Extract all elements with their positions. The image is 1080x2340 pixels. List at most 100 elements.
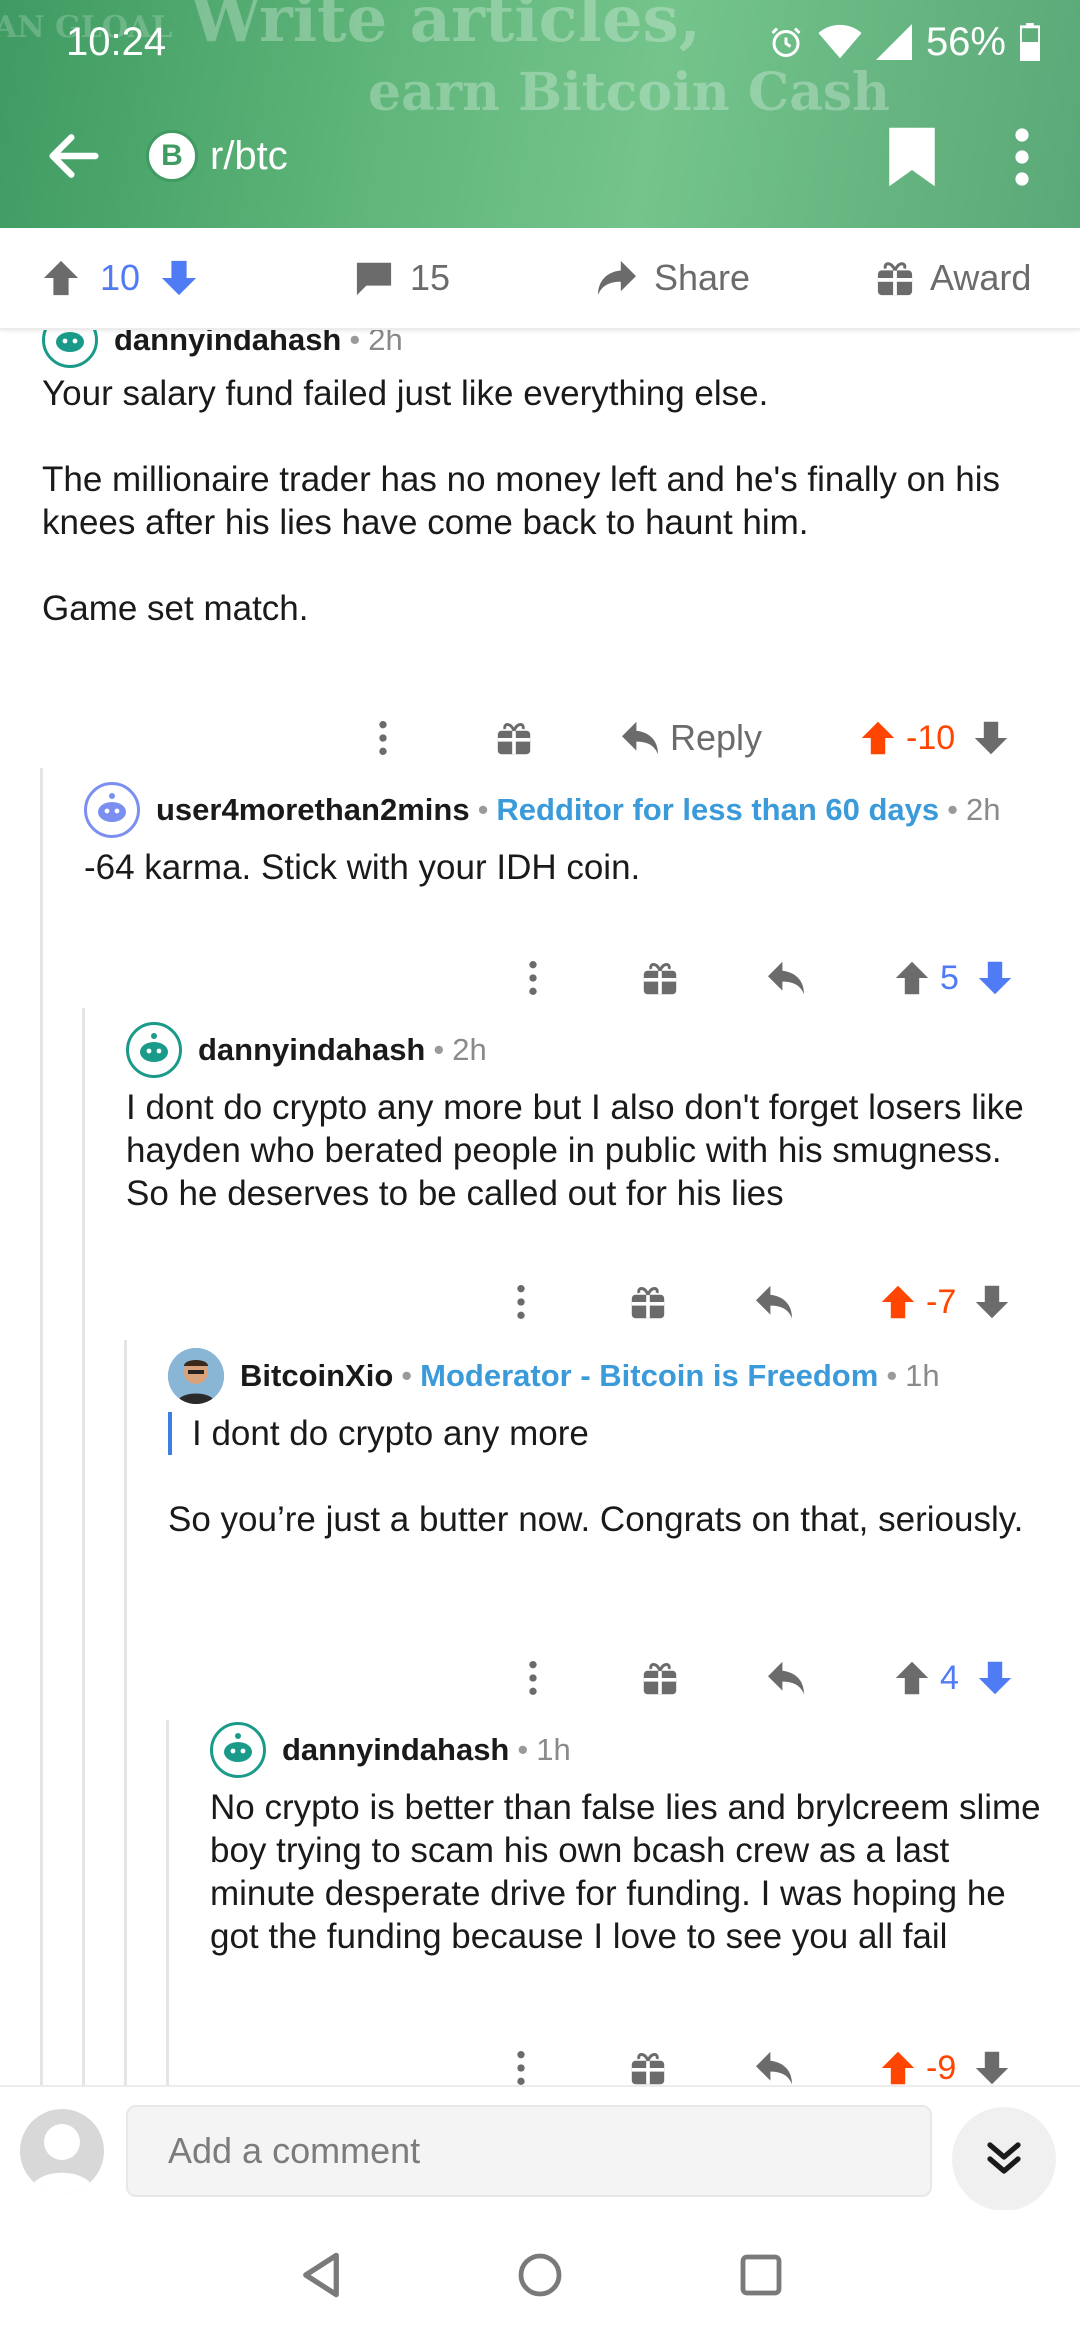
- comment-more-button[interactable]: [526, 948, 540, 1008]
- comment-author[interactable]: dannyindahash: [282, 1732, 509, 1768]
- triangle-back-icon: [303, 2252, 339, 2298]
- comment-reply-button[interactable]: [754, 2038, 794, 2085]
- comment-votes: 5: [894, 948, 1013, 1008]
- banner-line-1: Write articles,: [190, 0, 701, 57]
- upvote-icon[interactable]: [860, 720, 896, 756]
- comment-paragraph: Your salary fund failed just like everyt…: [42, 374, 769, 413]
- snoo-avatar-icon: [98, 793, 126, 822]
- avatar[interactable]: [210, 1722, 266, 1778]
- thread-line[interactable]: [124, 1340, 127, 2085]
- comment: dannyindahash • 1h No crypto is better t…: [210, 1722, 1060, 1958]
- save-post-button[interactable]: [886, 124, 938, 190]
- comment-header: dannyindahash • 2h: [42, 328, 1052, 368]
- reply-icon: [768, 961, 804, 995]
- downvote-icon[interactable]: [160, 259, 198, 297]
- separator-dot: •: [947, 792, 959, 827]
- more-vertical-icon: [529, 1661, 537, 1695]
- comment-time: 1h: [905, 1358, 940, 1393]
- comment-actions: 4: [0, 1648, 1080, 1708]
- upvote-icon[interactable]: [880, 1284, 916, 1320]
- downvote-icon[interactable]: [977, 1660, 1013, 1696]
- system-back-button[interactable]: [286, 2240, 356, 2310]
- avatar[interactable]: [126, 1022, 182, 1078]
- subreddit-nav: B r/btc: [0, 110, 1080, 200]
- thread-line[interactable]: [166, 1720, 169, 2085]
- comments-button[interactable]: 15: [354, 228, 450, 328]
- comment-author[interactable]: BitcoinXio: [240, 1358, 393, 1394]
- comment-feed[interactable]: dannyindahash • 2h Your salary fund fail…: [0, 328, 1080, 2085]
- comment-votes: -7: [880, 1272, 1010, 1332]
- upvote-icon[interactable]: [880, 2050, 916, 2085]
- comment-score: -7: [926, 1282, 957, 1321]
- avatar[interactable]: [84, 782, 140, 838]
- thread-line[interactable]: [82, 1008, 85, 2085]
- upvote-icon[interactable]: [894, 960, 930, 996]
- comment-votes: -10: [860, 708, 1009, 768]
- comment-more-button[interactable]: [376, 708, 390, 768]
- downvote-icon[interactable]: [974, 1284, 1010, 1320]
- comment-award-button[interactable]: [642, 1648, 678, 1708]
- upvote-icon[interactable]: [42, 259, 80, 297]
- comment-award-button[interactable]: [642, 948, 678, 1008]
- comment-paragraph: The millionaire trader has no money left…: [42, 460, 1001, 542]
- more-vertical-icon: [529, 961, 537, 995]
- comment-reply-button[interactable]: [754, 1272, 794, 1332]
- gift-icon: [877, 262, 913, 296]
- alarm-icon: [771, 27, 801, 57]
- comment-more-button[interactable]: [526, 1648, 540, 1708]
- post-action-bar: 10 15 Share Award: [0, 228, 1080, 330]
- subreddit-link[interactable]: B r/btc: [146, 130, 288, 182]
- comment-votes: 4: [894, 1648, 1013, 1708]
- more-vertical-icon: [517, 1285, 525, 1319]
- more-vertical-icon: [517, 2051, 525, 2085]
- comment-actions: -9: [0, 2038, 1080, 2085]
- upvote-icon[interactable]: [894, 1660, 930, 1696]
- snoo-avatar-icon: [224, 1733, 252, 1762]
- comment-award-button[interactable]: [630, 1272, 666, 1332]
- gift-icon: [631, 1287, 665, 1319]
- comment-more-button[interactable]: [514, 1272, 528, 1332]
- downvote-icon[interactable]: [973, 720, 1009, 756]
- user-silhouette-icon: [29, 2124, 95, 2193]
- post-votes: 10: [42, 228, 198, 328]
- square-recents-icon: [740, 2254, 782, 2296]
- comment-reply-button[interactable]: Reply: [620, 708, 762, 768]
- comment-more-button[interactable]: [514, 2038, 528, 2085]
- more-vertical-icon: [379, 721, 387, 755]
- avatar[interactable]: [42, 328, 98, 368]
- battery-percent: 56%: [925, 19, 1006, 64]
- snoo-avatar-icon: [140, 1033, 168, 1062]
- comment-body: No crypto is better than false lies and …: [210, 1786, 1060, 1958]
- comment-header: BitcoinXio • Moderator - Bitcoin is Free…: [168, 1348, 1048, 1404]
- downvote-icon[interactable]: [974, 2050, 1010, 2085]
- system-recents-button[interactable]: [726, 2240, 796, 2310]
- comment-header: user4morethan2mins • Redditor for less t…: [84, 782, 1044, 838]
- next-comment-button[interactable]: [952, 2107, 1056, 2211]
- wifi-icon: [818, 24, 862, 59]
- comment-author[interactable]: user4morethan2mins: [156, 792, 470, 828]
- comment-author[interactable]: dannyindahash: [198, 1032, 425, 1068]
- circle-home-icon: [518, 2253, 562, 2297]
- subreddit-header: AN GLOAL Write articles, earn Bitcoin Ca…: [0, 0, 1080, 228]
- award-button[interactable]: Award: [876, 228, 1031, 328]
- add-comment-input[interactable]: Add a comment: [126, 2105, 932, 2197]
- current-user-avatar[interactable]: [20, 2109, 104, 2193]
- comment-reply-button[interactable]: [766, 1648, 806, 1708]
- cell-signal-icon: [875, 24, 912, 60]
- more-options-button[interactable]: [1000, 124, 1044, 190]
- comment-paragraph: -64 karma. Stick with your IDH coin.: [84, 848, 641, 887]
- comment-award-button[interactable]: [630, 2038, 666, 2085]
- share-icon: [598, 260, 636, 296]
- share-button[interactable]: Share: [596, 228, 750, 328]
- comment-reply-button[interactable]: [766, 948, 806, 1008]
- downvote-icon[interactable]: [977, 960, 1013, 996]
- bitcoin-icon: B: [146, 130, 198, 182]
- avatar[interactable]: [168, 1348, 224, 1404]
- chevron-double-down-icon: [987, 2142, 1021, 2174]
- comment-votes: -9: [880, 2038, 1010, 2085]
- system-home-button[interactable]: [505, 2240, 575, 2310]
- comment-time: 2h: [452, 1032, 487, 1067]
- comment-award-button[interactable]: [496, 708, 532, 768]
- back-button[interactable]: [42, 124, 106, 188]
- comment-author[interactable]: dannyindahash: [114, 328, 341, 358]
